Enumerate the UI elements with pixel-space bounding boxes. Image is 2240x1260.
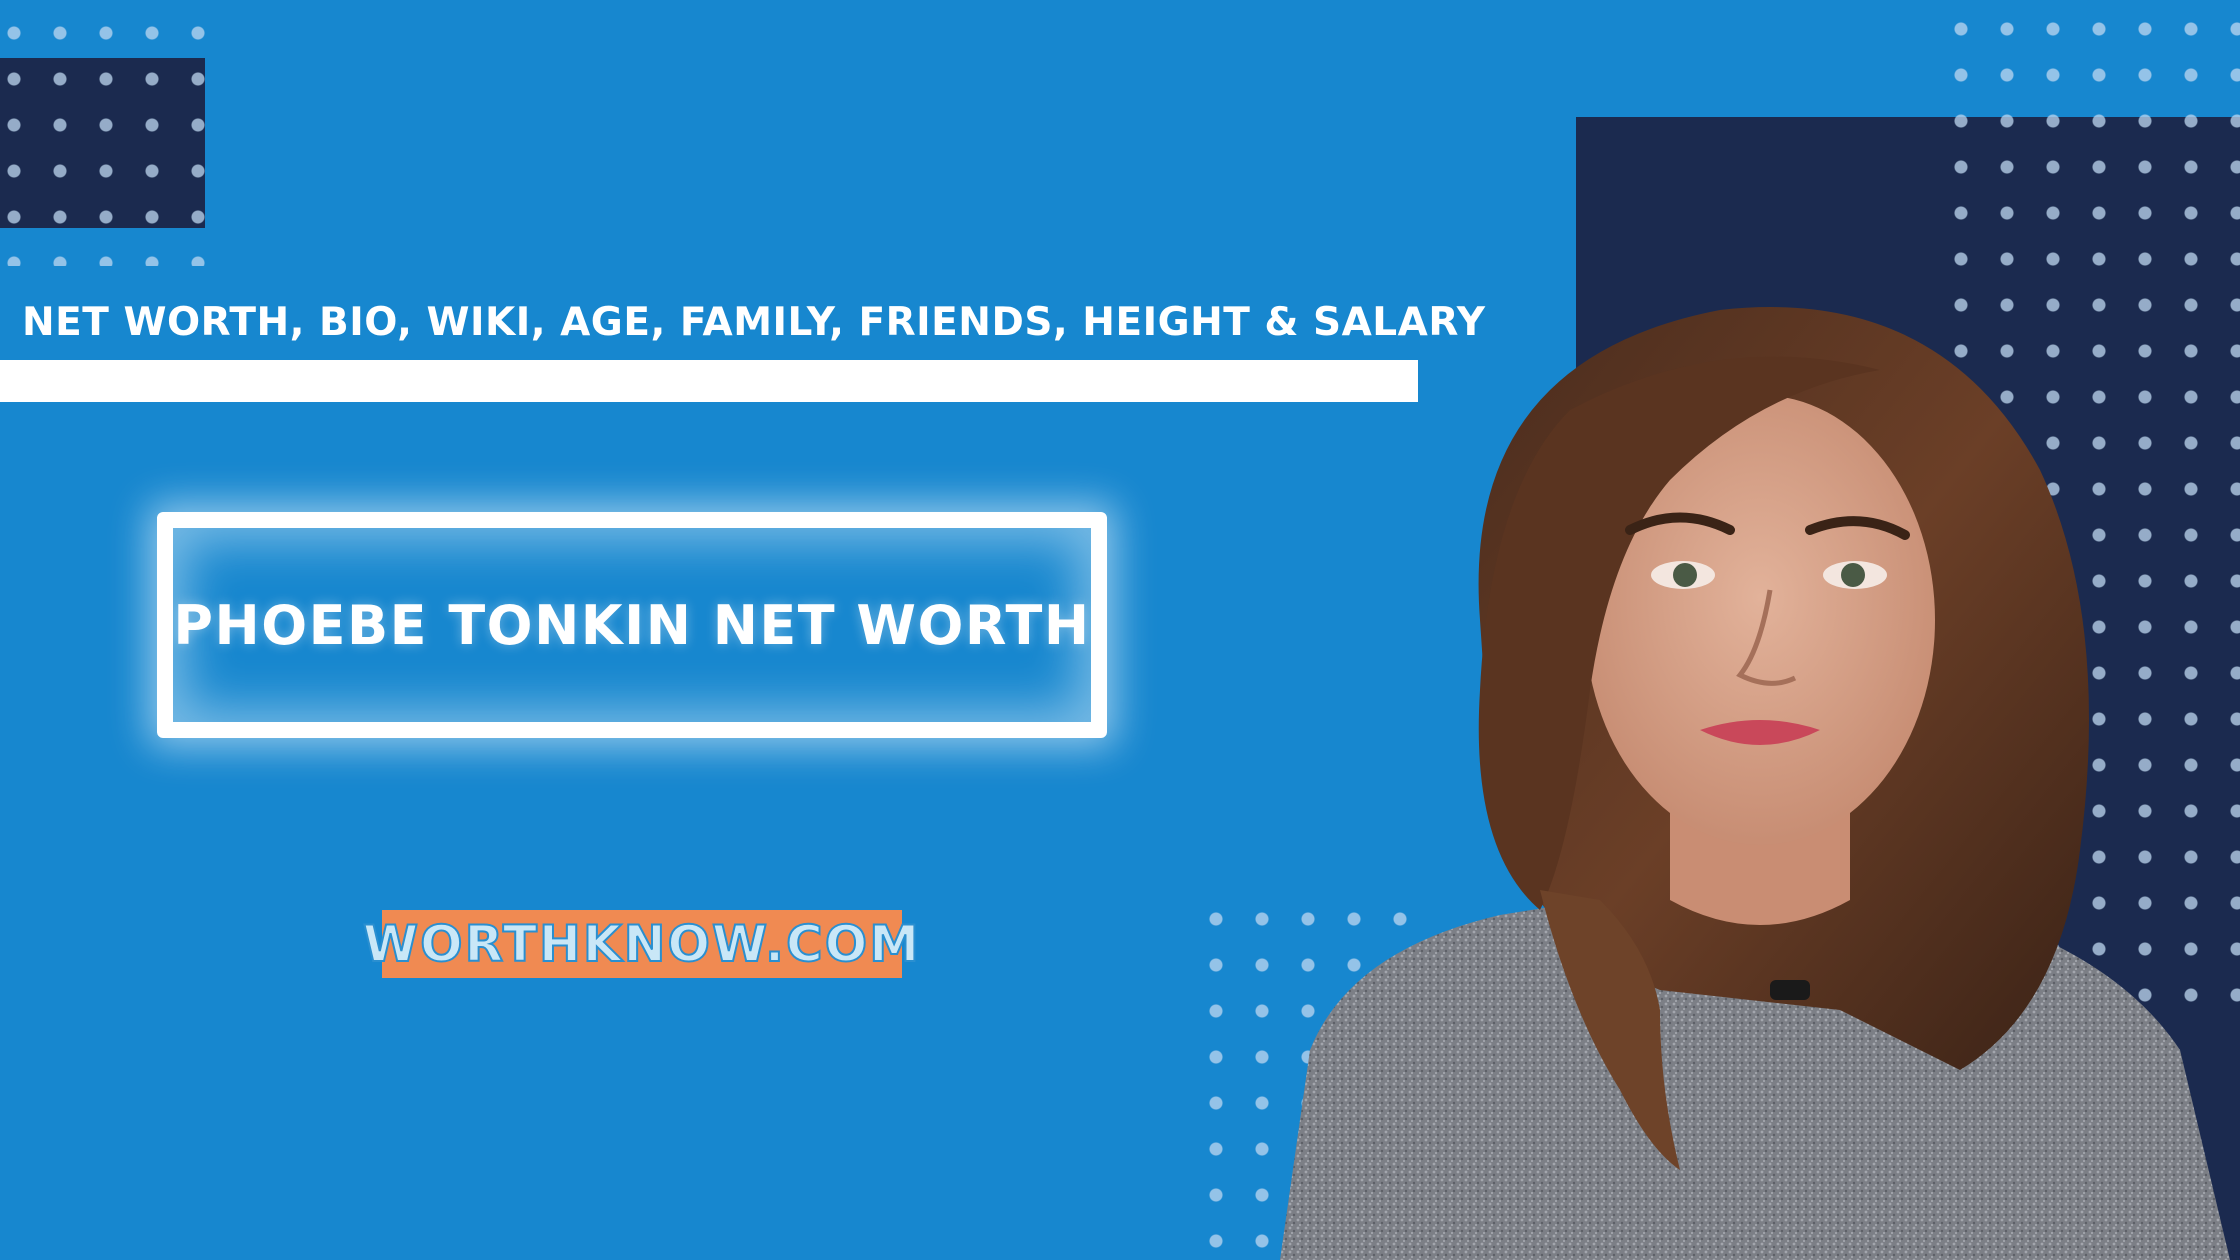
page-title: PHOEBE TONKIN NET WORTH xyxy=(173,593,1091,657)
dot-pattern-top-left xyxy=(0,10,210,266)
site-name: WORTHKNOW.COM xyxy=(362,914,921,974)
thumbnail-canvas: NET WORTH, BIO, WIKI, AGE, FAMILY, FRIEN… xyxy=(0,0,2240,1260)
site-badge: WORTHKNOW.COM xyxy=(362,910,920,978)
title-box: PHOEBE TONKIN NET WORTH xyxy=(157,512,1107,738)
headline-underline-bar xyxy=(0,360,1418,402)
person-portrait-icon xyxy=(1280,307,2230,1260)
